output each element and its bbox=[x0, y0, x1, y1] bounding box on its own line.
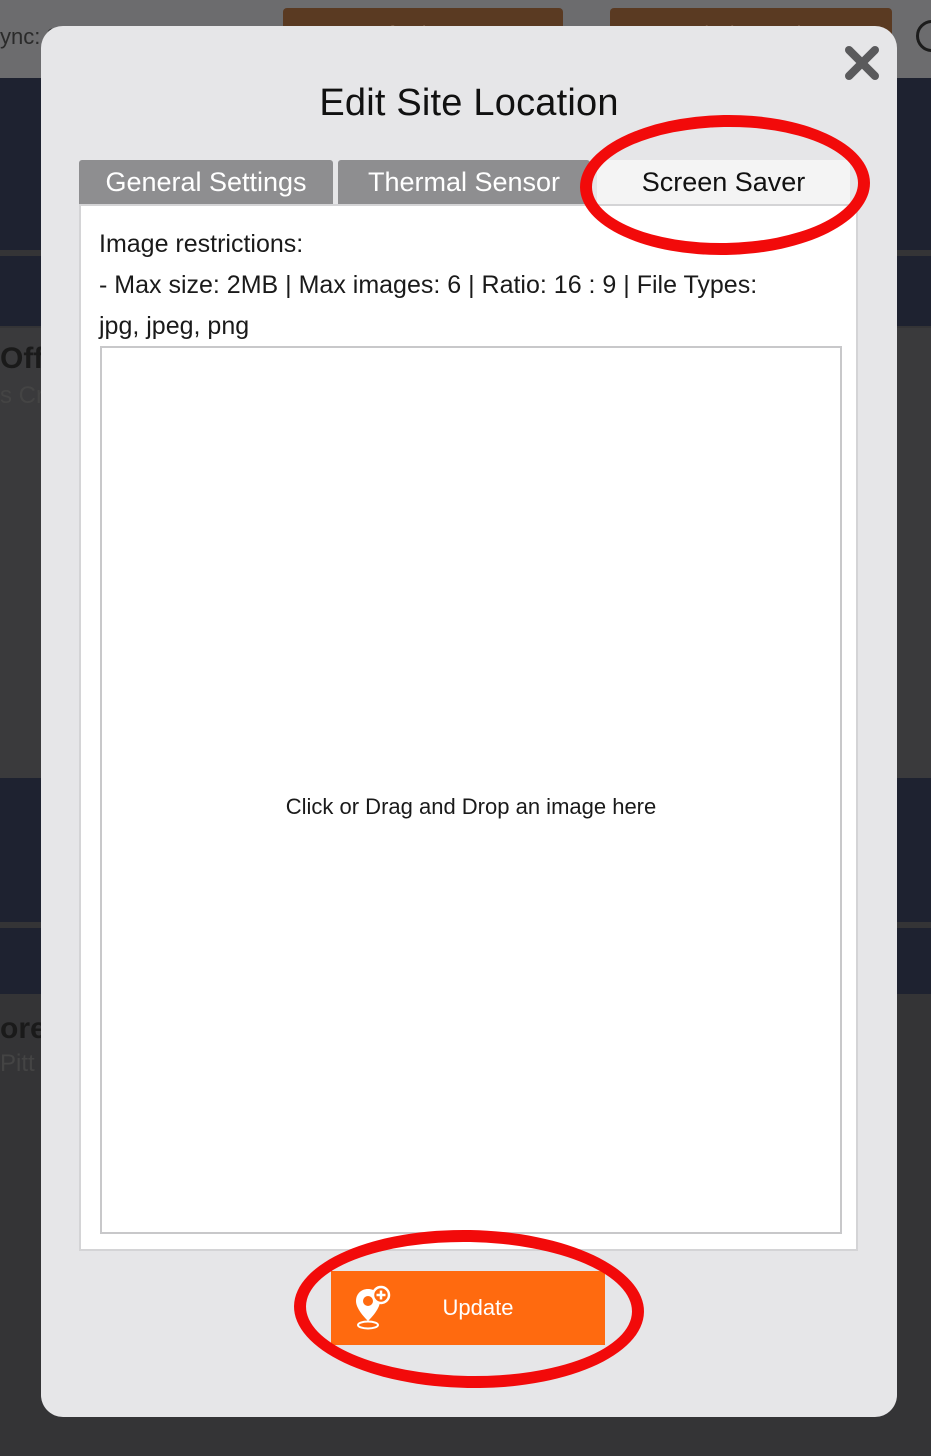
restrictions-heading: Image restrictions: bbox=[99, 230, 304, 258]
edit-site-location-modal: Edit Site Location General Settings Ther… bbox=[41, 26, 897, 1417]
dropzone-text: Click or Drag and Drop an image here bbox=[285, 794, 657, 819]
modal-title: Edit Site Location bbox=[319, 82, 619, 124]
update-button-label: Update bbox=[442, 1295, 514, 1320]
tab-thermal-sensor[interactable]: Thermal Sensor bbox=[338, 160, 590, 204]
restrictions-line: - Max size: 2MB | Max images: 6 | Ratio:… bbox=[99, 271, 758, 299]
update-button[interactable]: Update bbox=[331, 1271, 605, 1345]
close-icon bbox=[845, 46, 879, 80]
tab-screen-saver[interactable]: Screen Saver bbox=[597, 160, 850, 204]
tab-general-settings[interactable]: General Settings bbox=[79, 160, 333, 204]
screen-saver-panel: Image restrictions: - Max size: 2MB | Ma… bbox=[79, 204, 858, 1251]
close-button[interactable] bbox=[841, 42, 883, 84]
image-dropzone[interactable]: Click or Drag and Drop an image here bbox=[100, 346, 842, 1234]
restrictions-file-types: jpg, jpeg, png bbox=[99, 312, 250, 340]
